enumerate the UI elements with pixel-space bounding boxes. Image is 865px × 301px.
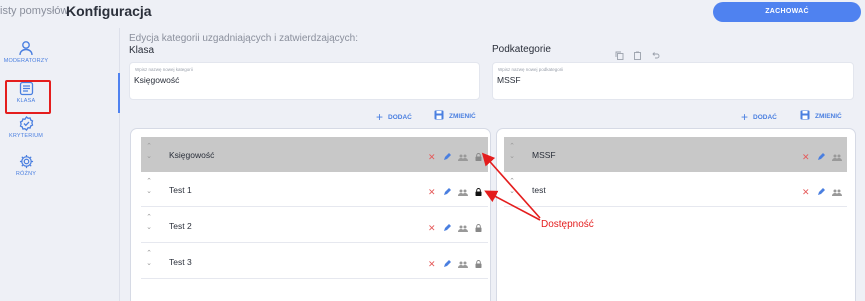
sidebar: MODERATORZY KLASA KRYTERIUM RÓŻNY [0, 28, 120, 301]
lock-icon[interactable] [475, 219, 482, 237]
delete-icon[interactable]: ✕ [428, 152, 436, 162]
sidebar-item-kryterium[interactable]: KRYTERIUM [0, 116, 52, 139]
input-label: Wpisz nazwę nowej podkategorii [498, 67, 564, 72]
add-subcategory-button[interactable]: + DODAĆ [741, 110, 777, 124]
list-item[interactable]: ⌃ ⌄ MSSF ✕ [504, 137, 847, 172]
category-list: ⌃ ⌄ Księgowość ✕ ⌃ ⌄ Test 1 ✕ ⌃ ⌄ Test 2 ✕ … [130, 128, 491, 301]
sidebar-item-rozny[interactable]: RÓŻNY [0, 154, 52, 177]
delete-icon[interactable]: ✕ [802, 152, 810, 162]
sidebar-item-label: RÓŻNY [15, 171, 37, 177]
reorder-arrows-icon[interactable]: ⌃ ⌄ [144, 213, 154, 238]
user-icon [0, 40, 52, 56]
plus-icon: + [376, 110, 384, 124]
users-icon[interactable] [831, 183, 842, 201]
delete-icon[interactable]: ✕ [428, 259, 436, 269]
lock-icon[interactable] [475, 255, 482, 273]
lock-icon[interactable] [475, 183, 482, 201]
edit-icon[interactable] [443, 255, 451, 273]
subcategory-list: ⌃ ⌄ MSSF ✕ ⌃ ⌄ test ✕ [496, 128, 856, 301]
list-item[interactable]: ⌃ ⌄ Test 3 ✕ [141, 244, 488, 279]
edit-icon[interactable] [443, 148, 451, 166]
gear-icon [0, 154, 52, 169]
edit-icon[interactable] [443, 183, 451, 201]
section-title: Edycja kategorii uzgadniających i zatwie… [129, 33, 359, 44]
save-icon [800, 110, 810, 122]
list-item[interactable]: ⌃ ⌄ Księgowość ✕ [141, 137, 488, 172]
users-icon[interactable] [457, 148, 468, 166]
add-category-button[interactable]: + DODAĆ [376, 110, 412, 124]
reorder-arrows-icon[interactable]: ⌃ ⌄ [144, 249, 154, 274]
breadcrumb[interactable]: isty pomysłów [0, 5, 68, 17]
annotation-label: Dostępność [541, 219, 594, 230]
sidebar-item-label: MODERATORZY [3, 58, 49, 64]
delete-icon[interactable]: ✕ [428, 223, 436, 233]
list-item[interactable]: ⌃ ⌄ Test 1 ✕ [141, 172, 488, 207]
list-item[interactable]: ⌃ ⌄ Test 2 ✕ [141, 208, 488, 243]
delete-icon[interactable]: ✕ [428, 187, 436, 197]
users-icon[interactable] [457, 255, 468, 273]
users-icon[interactable] [831, 148, 842, 166]
highlight-box [5, 80, 51, 114]
users-icon[interactable] [457, 219, 468, 237]
list-item[interactable]: ⌃ ⌄ test ✕ [504, 172, 847, 207]
check-badge-icon [0, 116, 52, 131]
reorder-arrows-icon[interactable]: ⌃ ⌄ [144, 142, 154, 167]
reorder-arrows-icon[interactable]: ⌃ ⌄ [507, 142, 517, 167]
sidebar-item-moderators[interactable]: MODERATORZY [0, 40, 52, 64]
sidebar-item-label: KRYTERIUM [8, 133, 44, 139]
subcategory-input[interactable]: Wpisz nazwę nowej podkategorii MSSF [492, 62, 854, 100]
category-input[interactable]: Wpisz nazwę nowej kategorii Księgowość [129, 62, 480, 100]
plus-icon: + [741, 110, 749, 124]
page-title: Konfiguracja [66, 3, 152, 19]
top-bar: isty pomysłów Konfiguracja ZACHOWAĆ [0, 0, 865, 28]
left-column-title: Klasa [129, 45, 155, 56]
active-indicator [118, 73, 120, 113]
edit-icon[interactable] [443, 219, 451, 237]
lock-icon[interactable] [475, 148, 482, 166]
reorder-arrows-icon[interactable]: ⌃ ⌄ [507, 177, 517, 202]
delete-icon[interactable]: ✕ [802, 187, 810, 197]
change-category-button[interactable]: ZMIENIĆ [434, 110, 476, 122]
input-label: Wpisz nazwę nowej kategorii [135, 67, 193, 72]
reorder-arrows-icon[interactable]: ⌃ ⌄ [144, 177, 154, 202]
input-value: MSSF [497, 75, 521, 85]
change-subcategory-button[interactable]: ZMIENIĆ [800, 110, 842, 122]
right-column-title: Podkategorie [492, 44, 551, 55]
edit-icon[interactable] [817, 148, 825, 166]
edit-icon[interactable] [817, 183, 825, 201]
save-icon [434, 110, 444, 122]
save-button[interactable]: ZACHOWAĆ [713, 2, 861, 22]
users-icon[interactable] [457, 183, 468, 201]
input-value: Księgowość [134, 75, 180, 85]
